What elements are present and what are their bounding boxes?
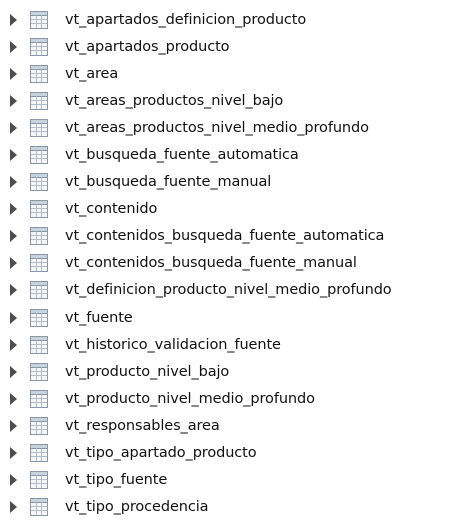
expand-triangle-icon[interactable]: [10, 311, 17, 324]
tree-item-label: vt_producto_nivel_medio_profundo: [65, 390, 315, 407]
expand-triangle-icon[interactable]: [10, 67, 17, 80]
table-icon: [30, 444, 48, 463]
table-icon: [30, 173, 48, 192]
table-icon: [30, 498, 48, 517]
tree-item-5[interactable]: vt_busqueda_fuente_automatica: [0, 141, 461, 168]
expand-triangle-icon[interactable]: [10, 419, 17, 432]
tree-item-6[interactable]: vt_busqueda_fuente_manual: [0, 169, 461, 196]
table-icon: [30, 64, 48, 83]
tree-item-label: vt_areas_productos_nivel_bajo: [65, 92, 284, 109]
tree-item-label: vt_area: [65, 65, 119, 82]
expand-triangle-icon[interactable]: [10, 338, 17, 351]
table-icon: [30, 308, 48, 327]
tree-item-label: vt_contenidos_busqueda_fuente_manual: [65, 255, 357, 272]
table-icon: [30, 37, 48, 56]
table-icon: [30, 227, 48, 246]
table-icon: [30, 335, 48, 354]
expand-triangle-icon[interactable]: [10, 257, 17, 270]
expand-triangle-icon[interactable]: [10, 447, 17, 460]
expand-triangle-icon[interactable]: [10, 13, 17, 26]
tree-item-label: vt_areas_productos_nivel_medio_profundo: [65, 119, 369, 136]
tree-item-8[interactable]: vt_contenidos_busqueda_fuente_automatica: [0, 223, 461, 250]
tree-item-label: vt_contenido: [65, 201, 158, 218]
table-icon: [30, 389, 48, 408]
tree-item-label: vt_apartados_producto: [65, 38, 230, 55]
table-icon: [30, 118, 48, 137]
tree-item-label: vt_tipo_fuente: [65, 472, 168, 489]
tree-item-label: vt_tipo_procedencia: [65, 499, 209, 516]
expand-triangle-icon[interactable]: [10, 121, 17, 134]
tree-item-9[interactable]: vt_contenidos_busqueda_fuente_manual: [0, 250, 461, 277]
tree-item-14[interactable]: vt_producto_nivel_medio_profundo: [0, 385, 461, 412]
table-icon: [30, 200, 48, 219]
expand-triangle-icon[interactable]: [10, 94, 17, 107]
expand-triangle-icon[interactable]: [10, 284, 17, 297]
tree-item-10[interactable]: vt_definicion_producto_nivel_medio_profu…: [0, 277, 461, 304]
tree-item-12[interactable]: vt_historico_validacion_fuente: [0, 331, 461, 358]
tree-item-3[interactable]: vt_areas_productos_nivel_bajo: [0, 87, 461, 114]
tree-item-16[interactable]: vt_tipo_apartado_producto: [0, 440, 461, 467]
tree-item-13[interactable]: vt_producto_nivel_bajo: [0, 358, 461, 385]
table-icon: [30, 281, 48, 300]
expand-triangle-icon[interactable]: [10, 392, 17, 405]
tree-item-label: vt_busqueda_fuente_manual: [65, 174, 272, 191]
tree-item-11[interactable]: vt_fuente: [0, 304, 461, 331]
tree-item-1[interactable]: vt_apartados_producto: [0, 33, 461, 60]
expand-triangle-icon[interactable]: [10, 149, 17, 162]
tree-item-label: vt_busqueda_fuente_automatica: [65, 147, 299, 164]
expand-triangle-icon[interactable]: [10, 230, 17, 243]
expand-triangle-icon[interactable]: [10, 176, 17, 189]
tree-item-17[interactable]: vt_tipo_fuente: [0, 467, 461, 494]
tree-item-label: vt_producto_nivel_bajo: [65, 363, 230, 380]
tree-item-label: vt_tipo_apartado_producto: [65, 445, 257, 462]
expand-triangle-icon[interactable]: [10, 474, 17, 487]
tree-item-label: vt_definicion_producto_nivel_medio_profu…: [65, 282, 392, 299]
table-icon: [30, 10, 48, 29]
table-icon: [30, 254, 48, 273]
tree-item-2[interactable]: vt_area: [0, 60, 461, 87]
tree-item-label: vt_responsables_area: [65, 417, 220, 434]
expand-triangle-icon[interactable]: [10, 40, 17, 53]
table-tree: vt_apartados_definicion_producto vt_apar…: [0, 0, 461, 522]
tree-item-0[interactable]: vt_apartados_definicion_producto: [0, 6, 461, 33]
tree-item-label: vt_fuente: [65, 309, 133, 326]
expand-triangle-icon[interactable]: [10, 501, 17, 514]
tree-item-7[interactable]: vt_contenido: [0, 196, 461, 223]
table-icon: [30, 471, 48, 490]
table-icon: [30, 91, 48, 110]
table-icon: [30, 416, 48, 435]
expand-triangle-icon[interactable]: [10, 203, 17, 216]
tree-item-18[interactable]: vt_tipo_procedencia: [0, 494, 461, 521]
tree-item-label: vt_historico_validacion_fuente: [65, 336, 281, 353]
tree-item-4[interactable]: vt_areas_productos_nivel_medio_profundo: [0, 114, 461, 141]
expand-triangle-icon[interactable]: [10, 365, 17, 378]
tree-item-label: vt_apartados_definicion_producto: [65, 11, 307, 28]
table-icon: [30, 146, 48, 165]
table-icon: [30, 362, 48, 381]
tree-item-15[interactable]: vt_responsables_area: [0, 412, 461, 439]
tree-item-label: vt_contenidos_busqueda_fuente_automatica: [65, 228, 385, 245]
